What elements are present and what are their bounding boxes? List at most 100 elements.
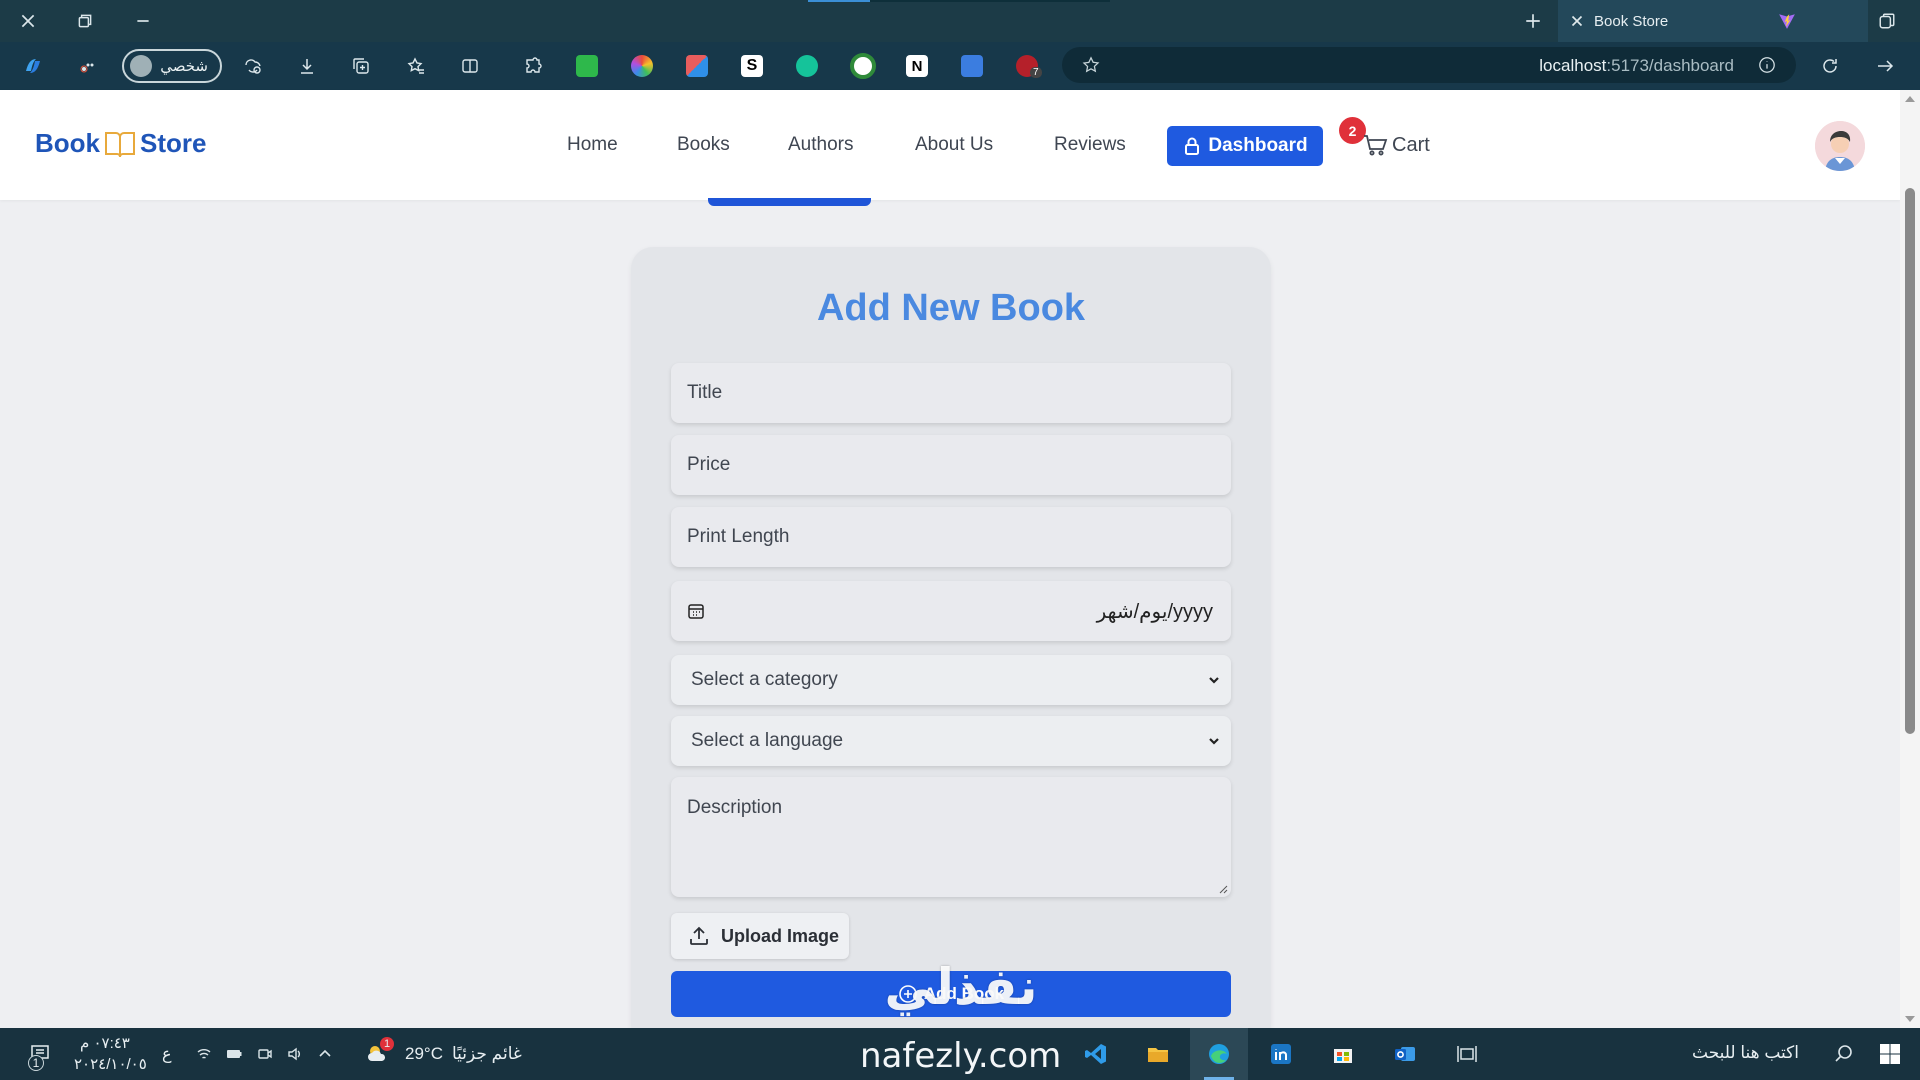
url-text: localhost:5173/dashboard	[1539, 56, 1734, 76]
performance-icon[interactable]	[238, 52, 268, 80]
taskbar-search-box[interactable]: اكتب هنا للبحث	[1500, 1028, 1854, 1080]
profile-avatar-icon	[130, 55, 152, 77]
translate-extension-icon[interactable]	[961, 55, 983, 77]
color-picker-extension-icon[interactable]	[631, 55, 653, 77]
price-input[interactable]: Price	[671, 435, 1231, 495]
date-placeholder: يوم/شهر/yyyy	[1096, 600, 1213, 623]
title-input[interactable]: Title	[671, 363, 1231, 423]
restore-window-icon[interactable]	[72, 8, 98, 34]
print-length-placeholder: Print Length	[687, 526, 790, 547]
dashboard-label: Dashboard	[1208, 135, 1308, 156]
watermark-latin-text: nafezly.com	[860, 1036, 1062, 1076]
ublock-extension-icon[interactable]: 7	[1016, 55, 1042, 78]
category-select[interactable]: Select a category	[671, 655, 1231, 705]
outlook-taskbar-icon[interactable]	[1391, 1040, 1419, 1068]
upload-icon	[690, 926, 708, 945]
page-scrollbar[interactable]	[1900, 90, 1920, 1028]
downloads-icon[interactable]	[292, 52, 322, 80]
add-favorite-star-icon[interactable]	[1082, 56, 1100, 74]
task-view-taskbar-icon[interactable]	[1453, 1040, 1481, 1068]
tab-actions-icon[interactable]	[1874, 8, 1900, 34]
dashboard-button[interactable]: Dashboard	[1167, 126, 1323, 166]
wifi-icon[interactable]	[196, 1046, 212, 1062]
open-book-icon	[105, 131, 135, 157]
show-hidden-icons-chevron-icon[interactable]	[317, 1046, 333, 1062]
refresh-icon[interactable]	[1815, 52, 1845, 80]
browser-profile-button[interactable]: شخصي	[122, 49, 222, 83]
weather-description[interactable]: غائم جزئيًا	[452, 1044, 522, 1064]
add-book-card: Add New Book Title Price Print Length يو…	[631, 247, 1271, 1047]
resize-grip-icon[interactable]	[1218, 884, 1228, 894]
description-textarea[interactable]: Description	[671, 777, 1231, 897]
form-heading: Add New Book	[816, 287, 1086, 329]
description-placeholder: Description	[687, 797, 783, 818]
print-length-input[interactable]: Print Length	[671, 507, 1231, 567]
browser-tab-book-store[interactable]: Book Store	[1558, 0, 1868, 42]
collections-icon[interactable]	[346, 52, 376, 80]
camera-icon[interactable]	[257, 1046, 273, 1062]
clock-date[interactable]: ٢٠٢٤/١٠/٠٥	[74, 1055, 147, 1073]
language-select[interactable]: Select a language	[671, 716, 1231, 766]
forward-arrow-icon[interactable]	[1870, 52, 1900, 80]
site-logo[interactable]: Book Store	[35, 128, 206, 159]
nav-link-about-us[interactable]: About Us	[915, 134, 993, 156]
minimize-window-icon[interactable]	[130, 8, 156, 34]
grammarly-extension-icon[interactable]	[796, 55, 818, 77]
active-tab-indicator	[708, 198, 871, 206]
notion-extension-icon[interactable]: N	[906, 55, 928, 77]
lock-icon	[1185, 137, 1200, 155]
browser-toolbar: شخصي S N 7 localhost:5173/dashboard	[0, 42, 1920, 90]
upload-image-button[interactable]: Upload Image	[671, 913, 849, 959]
user-avatar-icon	[1815, 121, 1865, 171]
extensions-puzzle-icon[interactable]	[518, 52, 548, 80]
clock-time[interactable]: ٠٧:٤٣ م	[80, 1034, 130, 1052]
nav-link-home[interactable]: Home	[567, 134, 618, 156]
linkedin-taskbar-icon[interactable]	[1267, 1040, 1295, 1068]
s-extension-icon[interactable]: S	[741, 55, 763, 77]
extension-dots-icon[interactable]	[72, 52, 102, 80]
input-language[interactable]: ع	[162, 1044, 172, 1064]
cart-link[interactable]: Cart	[1362, 132, 1430, 158]
vscode-taskbar-icon[interactable]	[1082, 1040, 1110, 1068]
new-tab-icon[interactable]	[1520, 8, 1546, 34]
windows-start-icon[interactable]	[1876, 1040, 1904, 1068]
logo-text-store: Store	[140, 128, 207, 158]
title-placeholder: Title	[687, 382, 723, 403]
globe-extension-icon[interactable]	[850, 53, 876, 79]
url-path: :5173/dashboard	[1606, 56, 1734, 75]
search-icon	[1835, 1045, 1852, 1062]
green-chat-extension-icon[interactable]	[576, 55, 598, 77]
scroll-down-arrow-icon[interactable]	[1905, 1016, 1915, 1022]
battery-icon[interactable]	[226, 1046, 242, 1062]
user-avatar[interactable]	[1815, 121, 1865, 171]
logo-text-book: Book	[35, 128, 100, 158]
site-navbar: Book Store Home Books Authors About Us R…	[0, 90, 1900, 200]
chevron-down-icon	[1209, 738, 1219, 745]
weather-temp[interactable]: 29°C	[405, 1044, 443, 1064]
category-selected-value: Select a category	[691, 669, 838, 690]
nav-link-books[interactable]: Books	[677, 134, 730, 156]
close-tab-icon[interactable]	[1568, 12, 1586, 30]
address-bar[interactable]: localhost:5173/dashboard	[1062, 47, 1796, 83]
close-window-icon[interactable]	[15, 8, 41, 34]
notification-badge: 1	[28, 1055, 44, 1071]
volume-icon[interactable]	[286, 1046, 302, 1062]
pattern-extension-icon[interactable]	[686, 55, 708, 77]
tab-loading-indicator	[808, 0, 1110, 2]
tab-title: Book Store	[1594, 12, 1669, 30]
browser-tab-bar: Book Store	[0, 0, 1920, 42]
edge-taskbar-icon[interactable]	[1205, 1040, 1233, 1068]
copilot-icon[interactable]	[18, 52, 48, 80]
split-screen-icon[interactable]	[455, 52, 485, 80]
nav-link-reviews[interactable]: Reviews	[1054, 134, 1126, 156]
favorites-icon[interactable]	[401, 52, 431, 80]
scrollbar-thumb[interactable]	[1905, 188, 1915, 734]
site-info-icon[interactable]	[1758, 56, 1776, 74]
publish-date-input[interactable]: يوم/شهر/yyyy	[671, 581, 1231, 641]
search-placeholder: اكتب هنا للبحث	[1692, 1043, 1799, 1062]
nav-link-authors[interactable]: Authors	[788, 134, 853, 156]
store-taskbar-icon[interactable]	[1329, 1040, 1357, 1068]
scroll-up-arrow-icon[interactable]	[1905, 96, 1915, 102]
calendar-icon[interactable]	[687, 602, 705, 620]
file-explorer-taskbar-icon[interactable]	[1144, 1040, 1172, 1068]
